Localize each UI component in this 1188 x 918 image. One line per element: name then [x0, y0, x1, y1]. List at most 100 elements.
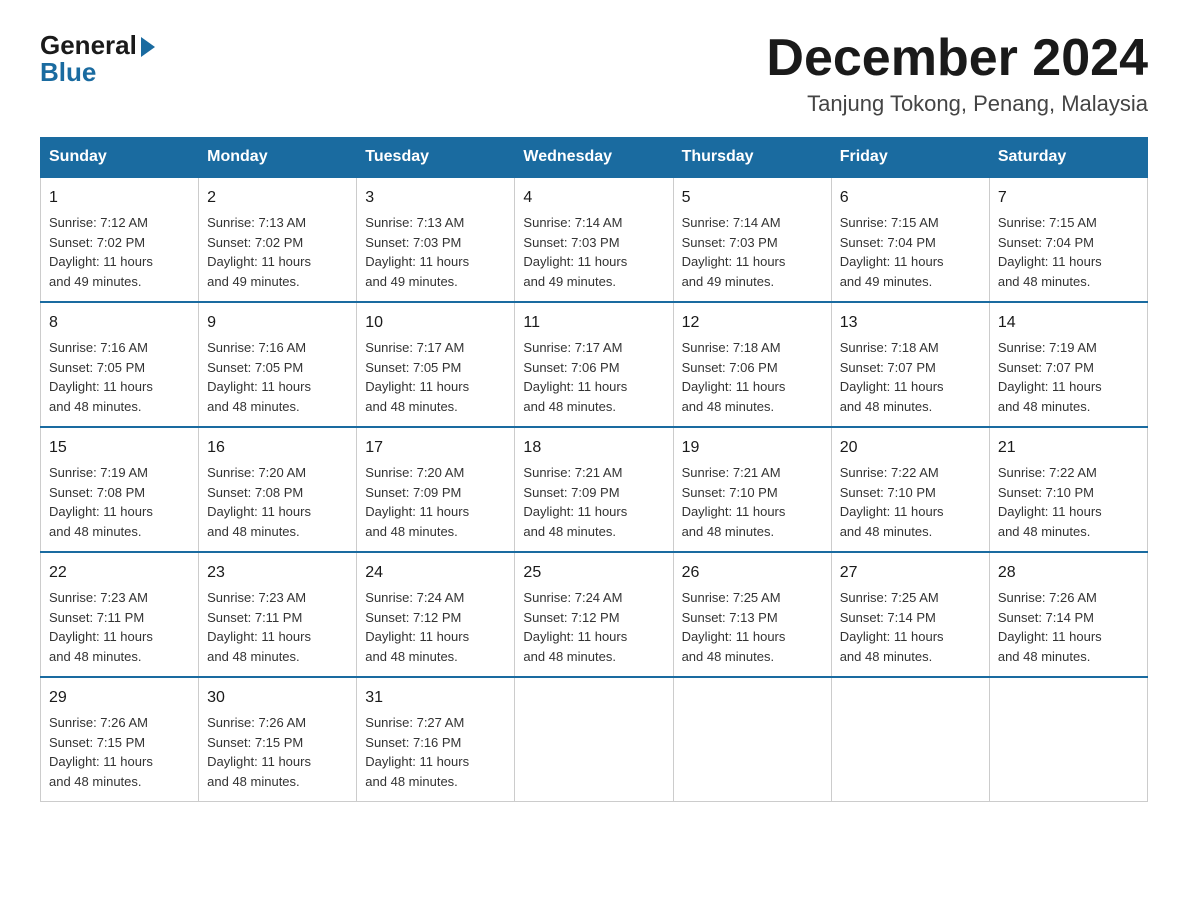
- calendar-cell: 25 Sunrise: 7:24 AMSunset: 7:12 PMDaylig…: [515, 552, 673, 677]
- calendar-week-5: 29 Sunrise: 7:26 AMSunset: 7:15 PMDaylig…: [41, 677, 1148, 802]
- day-info: Sunrise: 7:16 AMSunset: 7:05 PMDaylight:…: [49, 338, 190, 416]
- calendar-cell: 30 Sunrise: 7:26 AMSunset: 7:15 PMDaylig…: [199, 677, 357, 802]
- day-number: 24: [365, 561, 506, 585]
- day-info: Sunrise: 7:15 AMSunset: 7:04 PMDaylight:…: [840, 213, 981, 291]
- calendar-week-4: 22 Sunrise: 7:23 AMSunset: 7:11 PMDaylig…: [41, 552, 1148, 677]
- day-info: Sunrise: 7:23 AMSunset: 7:11 PMDaylight:…: [49, 588, 190, 666]
- calendar-cell: 26 Sunrise: 7:25 AMSunset: 7:13 PMDaylig…: [673, 552, 831, 677]
- calendar-cell: 2 Sunrise: 7:13 AMSunset: 7:02 PMDayligh…: [199, 177, 357, 302]
- day-number: 8: [49, 311, 190, 335]
- calendar-cell: 7 Sunrise: 7:15 AMSunset: 7:04 PMDayligh…: [989, 177, 1147, 302]
- calendar-cell: 10 Sunrise: 7:17 AMSunset: 7:05 PMDaylig…: [357, 302, 515, 427]
- calendar-cell: 9 Sunrise: 7:16 AMSunset: 7:05 PMDayligh…: [199, 302, 357, 427]
- day-info: Sunrise: 7:25 AMSunset: 7:13 PMDaylight:…: [682, 588, 823, 666]
- calendar-cell: 22 Sunrise: 7:23 AMSunset: 7:11 PMDaylig…: [41, 552, 199, 677]
- calendar-cell: 31 Sunrise: 7:27 AMSunset: 7:16 PMDaylig…: [357, 677, 515, 802]
- month-title: December 2024: [766, 30, 1148, 87]
- day-info: Sunrise: 7:19 AMSunset: 7:08 PMDaylight:…: [49, 463, 190, 541]
- day-number: 12: [682, 311, 823, 335]
- header-sunday: Sunday: [41, 138, 199, 178]
- day-number: 6: [840, 186, 981, 210]
- day-info: Sunrise: 7:13 AMSunset: 7:03 PMDaylight:…: [365, 213, 506, 291]
- day-number: 4: [523, 186, 664, 210]
- calendar-cell: 27 Sunrise: 7:25 AMSunset: 7:14 PMDaylig…: [831, 552, 989, 677]
- location-title: Tanjung Tokong, Penang, Malaysia: [766, 91, 1148, 117]
- day-info: Sunrise: 7:21 AMSunset: 7:09 PMDaylight:…: [523, 463, 664, 541]
- logo: General Blue: [40, 30, 155, 88]
- day-number: 26: [682, 561, 823, 585]
- day-number: 30: [207, 686, 348, 710]
- calendar-cell: 13 Sunrise: 7:18 AMSunset: 7:07 PMDaylig…: [831, 302, 989, 427]
- calendar-cell: [515, 677, 673, 802]
- calendar-cell: 23 Sunrise: 7:23 AMSunset: 7:11 PMDaylig…: [199, 552, 357, 677]
- day-info: Sunrise: 7:26 AMSunset: 7:15 PMDaylight:…: [49, 713, 190, 791]
- day-number: 23: [207, 561, 348, 585]
- day-info: Sunrise: 7:25 AMSunset: 7:14 PMDaylight:…: [840, 588, 981, 666]
- day-info: Sunrise: 7:26 AMSunset: 7:15 PMDaylight:…: [207, 713, 348, 791]
- calendar-week-3: 15 Sunrise: 7:19 AMSunset: 7:08 PMDaylig…: [41, 427, 1148, 552]
- day-number: 31: [365, 686, 506, 710]
- day-number: 13: [840, 311, 981, 335]
- day-number: 18: [523, 436, 664, 460]
- day-info: Sunrise: 7:20 AMSunset: 7:08 PMDaylight:…: [207, 463, 348, 541]
- day-number: 3: [365, 186, 506, 210]
- page-header: General Blue December 2024 Tanjung Tokon…: [40, 30, 1148, 117]
- day-info: Sunrise: 7:15 AMSunset: 7:04 PMDaylight:…: [998, 213, 1139, 291]
- day-number: 14: [998, 311, 1139, 335]
- logo-blue-text: Blue: [40, 57, 96, 88]
- title-section: December 2024 Tanjung Tokong, Penang, Ma…: [766, 30, 1148, 117]
- calendar-cell: [831, 677, 989, 802]
- day-number: 22: [49, 561, 190, 585]
- calendar-cell: 5 Sunrise: 7:14 AMSunset: 7:03 PMDayligh…: [673, 177, 831, 302]
- day-number: 11: [523, 311, 664, 335]
- calendar-cell: 24 Sunrise: 7:24 AMSunset: 7:12 PMDaylig…: [357, 552, 515, 677]
- header-row: Sunday Monday Tuesday Wednesday Thursday…: [41, 138, 1148, 178]
- day-number: 9: [207, 311, 348, 335]
- day-info: Sunrise: 7:19 AMSunset: 7:07 PMDaylight:…: [998, 338, 1139, 416]
- day-number: 20: [840, 436, 981, 460]
- calendar-cell: 19 Sunrise: 7:21 AMSunset: 7:10 PMDaylig…: [673, 427, 831, 552]
- day-info: Sunrise: 7:24 AMSunset: 7:12 PMDaylight:…: [523, 588, 664, 666]
- day-info: Sunrise: 7:18 AMSunset: 7:07 PMDaylight:…: [840, 338, 981, 416]
- calendar-cell: [989, 677, 1147, 802]
- day-info: Sunrise: 7:12 AMSunset: 7:02 PMDaylight:…: [49, 213, 190, 291]
- calendar-cell: 3 Sunrise: 7:13 AMSunset: 7:03 PMDayligh…: [357, 177, 515, 302]
- calendar-cell: 11 Sunrise: 7:17 AMSunset: 7:06 PMDaylig…: [515, 302, 673, 427]
- day-number: 29: [49, 686, 190, 710]
- day-number: 10: [365, 311, 506, 335]
- day-info: Sunrise: 7:20 AMSunset: 7:09 PMDaylight:…: [365, 463, 506, 541]
- header-thursday: Thursday: [673, 138, 831, 178]
- header-wednesday: Wednesday: [515, 138, 673, 178]
- day-info: Sunrise: 7:24 AMSunset: 7:12 PMDaylight:…: [365, 588, 506, 666]
- header-tuesday: Tuesday: [357, 138, 515, 178]
- calendar-cell: 12 Sunrise: 7:18 AMSunset: 7:06 PMDaylig…: [673, 302, 831, 427]
- day-info: Sunrise: 7:14 AMSunset: 7:03 PMDaylight:…: [682, 213, 823, 291]
- logo-arrow-icon: [141, 37, 155, 57]
- day-number: 16: [207, 436, 348, 460]
- day-number: 25: [523, 561, 664, 585]
- calendar-cell: 20 Sunrise: 7:22 AMSunset: 7:10 PMDaylig…: [831, 427, 989, 552]
- calendar-week-1: 1 Sunrise: 7:12 AMSunset: 7:02 PMDayligh…: [41, 177, 1148, 302]
- calendar-week-2: 8 Sunrise: 7:16 AMSunset: 7:05 PMDayligh…: [41, 302, 1148, 427]
- calendar-cell: 28 Sunrise: 7:26 AMSunset: 7:14 PMDaylig…: [989, 552, 1147, 677]
- day-number: 15: [49, 436, 190, 460]
- day-number: 5: [682, 186, 823, 210]
- calendar-cell: 21 Sunrise: 7:22 AMSunset: 7:10 PMDaylig…: [989, 427, 1147, 552]
- calendar-table: Sunday Monday Tuesday Wednesday Thursday…: [40, 137, 1148, 802]
- calendar-cell: 29 Sunrise: 7:26 AMSunset: 7:15 PMDaylig…: [41, 677, 199, 802]
- header-friday: Friday: [831, 138, 989, 178]
- day-info: Sunrise: 7:14 AMSunset: 7:03 PMDaylight:…: [523, 213, 664, 291]
- calendar-cell: [673, 677, 831, 802]
- day-info: Sunrise: 7:22 AMSunset: 7:10 PMDaylight:…: [998, 463, 1139, 541]
- day-info: Sunrise: 7:26 AMSunset: 7:14 PMDaylight:…: [998, 588, 1139, 666]
- header-monday: Monday: [199, 138, 357, 178]
- calendar-cell: 4 Sunrise: 7:14 AMSunset: 7:03 PMDayligh…: [515, 177, 673, 302]
- day-number: 21: [998, 436, 1139, 460]
- calendar-cell: 15 Sunrise: 7:19 AMSunset: 7:08 PMDaylig…: [41, 427, 199, 552]
- day-number: 28: [998, 561, 1139, 585]
- calendar-cell: 16 Sunrise: 7:20 AMSunset: 7:08 PMDaylig…: [199, 427, 357, 552]
- calendar-cell: 14 Sunrise: 7:19 AMSunset: 7:07 PMDaylig…: [989, 302, 1147, 427]
- day-info: Sunrise: 7:17 AMSunset: 7:05 PMDaylight:…: [365, 338, 506, 416]
- day-number: 27: [840, 561, 981, 585]
- calendar-header: Sunday Monday Tuesday Wednesday Thursday…: [41, 138, 1148, 178]
